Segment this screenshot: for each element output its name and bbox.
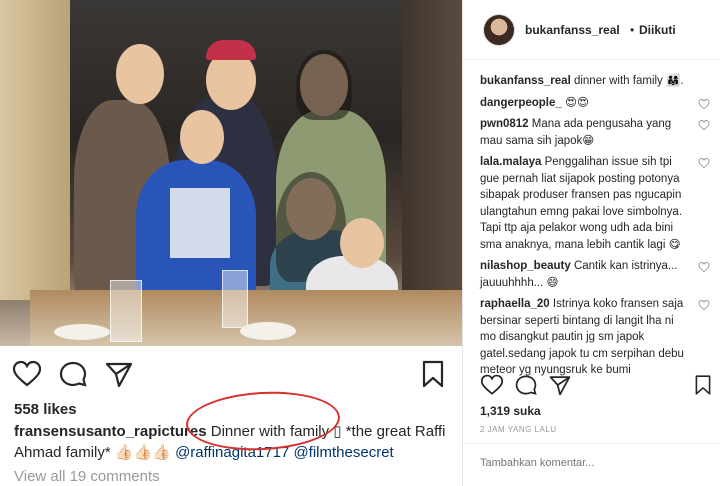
mention-filmthesecret[interactable]: @filmthesecret [293,444,393,461]
comments-panel: bukanfanss_real • Diikuti bukanfanss_rea… [462,0,720,486]
heart-icon[interactable] [12,360,42,388]
photo-plate-left [54,324,110,340]
comment-text: Penggalihan issue sih tpi gue pernah lia… [480,156,683,251]
comment-item: lala.malaya Penggalihan issue sih tpi gu… [480,154,710,253]
panel-actions [480,374,711,398]
photo-glass-left [110,280,142,342]
post-photo[interactable] [0,0,462,346]
comment-username[interactable]: bukanfanss_real [480,75,571,87]
comment-username[interactable]: dangerpeople_ [480,97,562,109]
caption-thumbs: 👍🏻👍🏻👍🏻 [114,444,171,461]
comment-list: bukanfanss_real dinner with family 👨‍👩‍👧… [480,73,710,384]
comment-item: raphaella_20 Istrinya koko fransen saja … [480,296,710,379]
comment-like-heart-icon[interactable] [698,299,710,311]
add-comment-input[interactable] [480,457,700,469]
comment-text: 😍😍 [561,96,589,109]
post-timestamp: 2 JAM YANG LALU [480,425,557,434]
comment-item: bukanfanss_real dinner with family 👨‍👩‍👧… [480,73,710,90]
bookmark-icon[interactable] [418,360,448,388]
post-header: bukanfanss_real • Diikuti [463,0,720,60]
comment-item: pwn0812 Mana ada pengusaha yang mau sama… [480,116,710,149]
share-icon[interactable] [548,374,572,396]
comment-like-heart-icon[interactable] [698,261,710,273]
comment-like-heart-icon[interactable] [698,98,710,110]
comment-icon[interactable] [58,360,88,388]
photo-head-toddler [340,218,384,268]
header-username[interactable]: bukanfanss_real [525,23,620,37]
header-dot: • [630,23,635,37]
photo-plate [240,322,296,340]
follow-status-button[interactable]: Diikuti [639,23,676,37]
comment-username[interactable]: raphaella_20 [480,298,550,310]
comment-like-heart-icon[interactable] [698,157,710,169]
caption-username[interactable]: fransensusanto_rapictures [14,423,207,440]
photo-red-cap [206,40,256,60]
post-actions [12,360,452,388]
likes-count[interactable]: 558 likes [14,401,77,418]
photo-hair-woman-right [296,50,352,120]
avatar[interactable] [483,14,515,46]
photo-shirt-print [170,188,230,258]
share-icon[interactable] [104,360,134,388]
comment-item: nilashop_beauty Cantik kan istrinya... j… [480,258,710,291]
photo-head-man-left [116,44,164,104]
heart-icon[interactable] [480,374,504,396]
post-panel: 558 likes fransensusanto_rapictures Dinn… [0,0,462,486]
divider [463,443,720,444]
panel-likes-count[interactable]: 1,319 suka [480,404,541,418]
comment-item: dangerpeople_ 😍😍 [480,95,710,112]
photo-glass-right [222,270,248,328]
comment-username[interactable]: lala.malaya [480,156,541,168]
bookmark-icon[interactable] [692,374,714,396]
comment-username[interactable]: nilashop_beauty [480,260,571,272]
photo-wall-left [0,0,70,300]
comment-icon[interactable] [514,374,538,396]
photo-wall-right [402,0,462,300]
comment-like-heart-icon[interactable] [698,119,710,131]
comment-text: dinner with family 👨‍👩‍👧. [570,75,684,87]
view-all-comments-link[interactable]: View all 19 comments [14,468,160,485]
comment-username[interactable]: pwn0812 [480,118,529,130]
photo-head-boy-blue [180,110,224,164]
